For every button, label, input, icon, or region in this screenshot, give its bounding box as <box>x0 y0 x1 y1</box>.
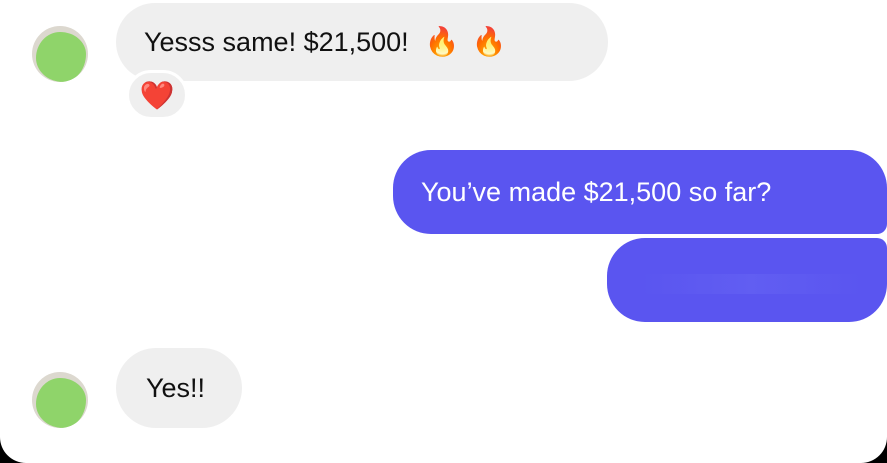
message-bubble-outgoing[interactable]: You’ve made $21,500 so far? <box>393 150 887 234</box>
fire-icon: 🔥 <box>471 26 507 57</box>
reaction-emoji: ❤️ <box>139 79 175 111</box>
message-text: You’ve made $21,500 so far? <box>421 176 772 207</box>
avatar-censor-blob <box>36 378 86 428</box>
heart-reaction-icon[interactable]: ❤️ <box>126 70 188 120</box>
message-text: Yes!! <box>146 372 206 403</box>
message-bubble-outgoing-redacted[interactable] <box>607 238 887 322</box>
avatar-censor-blob <box>36 32 86 82</box>
chat-thread: Yesss same! $21,500! 🔥 🔥 ❤️ You’ve made … <box>0 0 887 463</box>
message-text: Yesss same! $21,500! <box>144 26 409 57</box>
fire-icon: 🔥 <box>424 26 460 57</box>
message-bubble-incoming[interactable]: Yesss same! $21,500! 🔥 🔥 <box>116 3 608 81</box>
redacted-text-area <box>641 274 861 294</box>
message-bubble-incoming[interactable]: Yes!! <box>116 348 242 428</box>
avatar[interactable] <box>32 26 88 82</box>
avatar[interactable] <box>32 372 88 428</box>
